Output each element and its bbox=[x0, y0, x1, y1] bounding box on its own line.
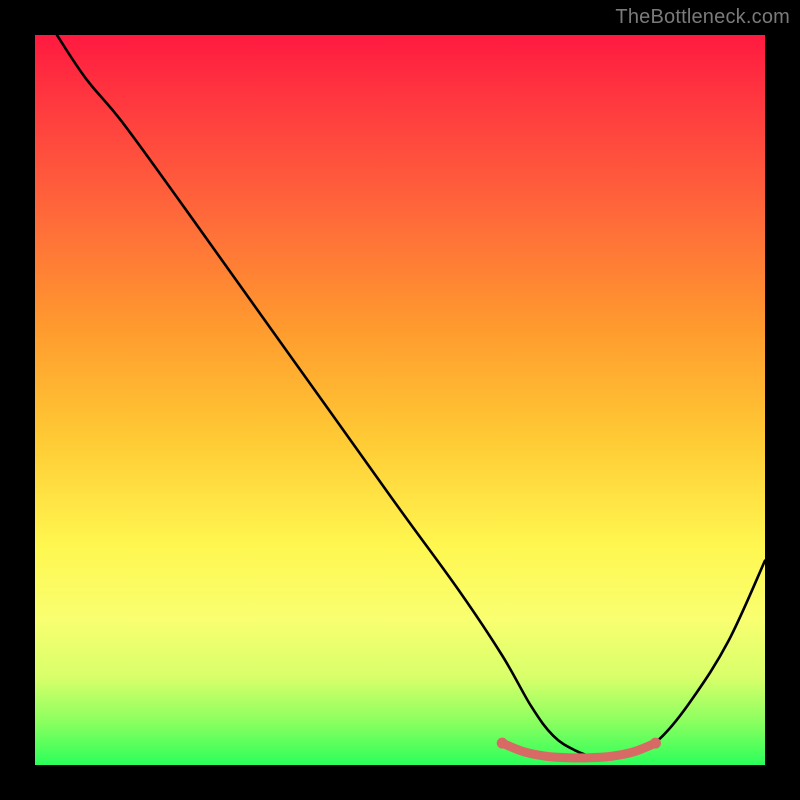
watermark-text: TheBottleneck.com bbox=[615, 6, 790, 29]
plot-area bbox=[35, 35, 765, 765]
chart-svg bbox=[35, 35, 765, 765]
optimal-band bbox=[502, 743, 655, 758]
chart-frame: TheBottleneck.com bbox=[0, 0, 800, 800]
optimal-band-endpoint bbox=[497, 738, 508, 749]
bottleneck-curve bbox=[57, 35, 765, 759]
optimal-band-endpoint bbox=[650, 738, 661, 749]
